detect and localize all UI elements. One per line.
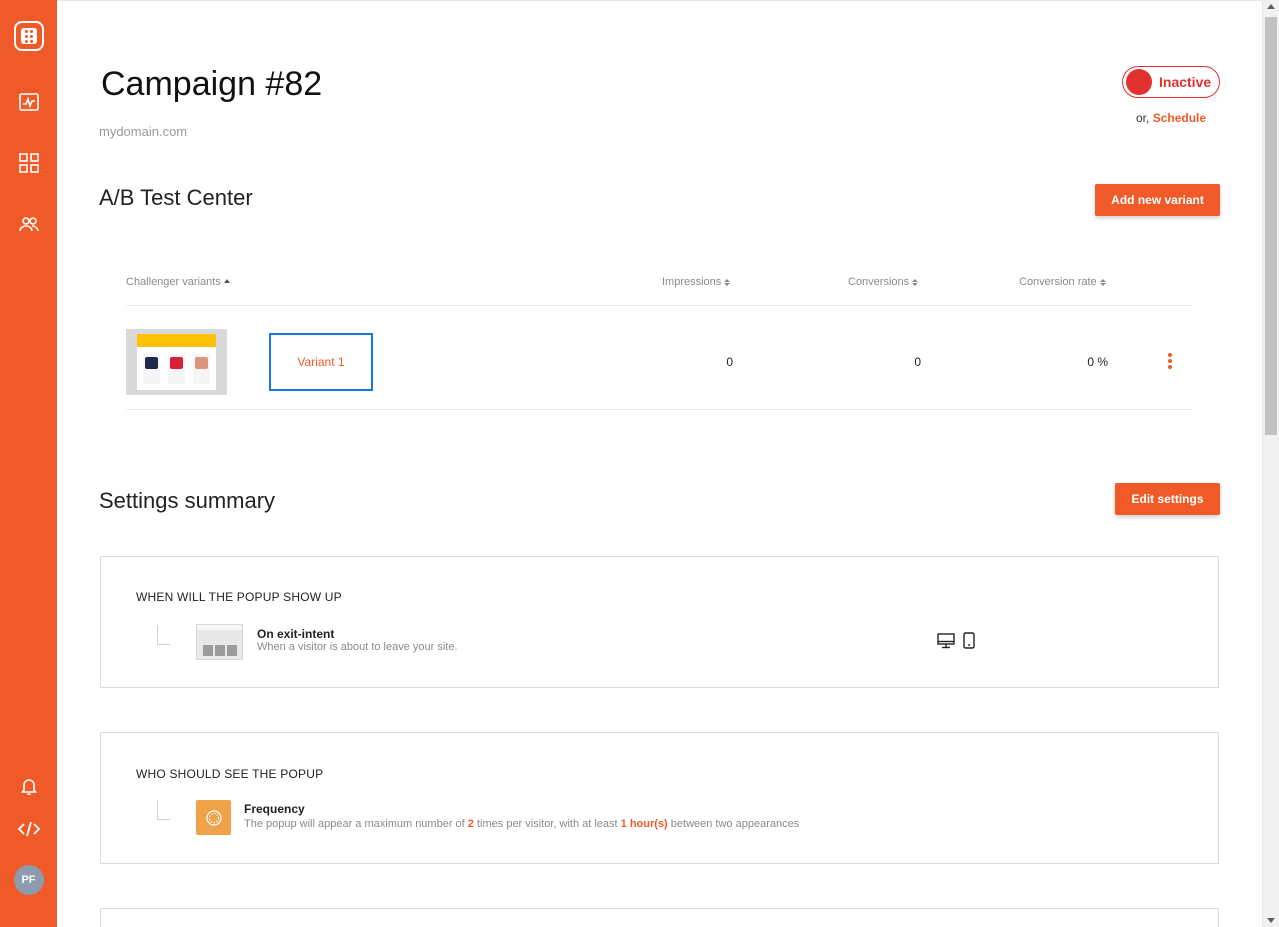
desc-text: between two appearances: [670, 818, 800, 830]
main-content: Campaign #82 mydomain.com Inactive or, S…: [57, 0, 1262, 927]
preview-product: [193, 354, 210, 384]
frequency-title: Frequency: [244, 802, 305, 816]
schedule-prefix: or,: [1136, 111, 1150, 125]
frequency-icon: [196, 800, 231, 835]
status-toggle-knob: [1126, 69, 1152, 95]
analytics-icon[interactable]: [0, 91, 57, 113]
more-options-icon[interactable]: [1168, 353, 1172, 369]
preview-banner: [137, 334, 216, 347]
column-header-label: Conversion rate: [1019, 276, 1097, 288]
dashboard-grid-icon[interactable]: [0, 152, 57, 174]
code-icon[interactable]: [0, 818, 57, 840]
desc-text: times per visitor, with at least: [476, 818, 618, 830]
column-header-challenger-variants[interactable]: Challenger variants: [126, 276, 230, 288]
trigger-description: When a visitor is about to leave your si…: [257, 641, 458, 653]
scrollbar-thumb[interactable]: [1265, 17, 1277, 435]
trigger-title: On exit-intent: [257, 627, 335, 641]
settings-summary-title: Settings summary: [99, 488, 276, 513]
scroll-up-arrow-icon[interactable]: [1267, 4, 1275, 9]
variant-name-link[interactable]: Variant 1: [297, 355, 344, 369]
ab-test-title: A/B Test Center: [99, 185, 253, 210]
settings-card-trigger: WHEN WILL THE POPUP SHOW UP On exit-inte…: [100, 556, 1219, 688]
campaign-domain: mydomain.com: [99, 124, 188, 139]
sort-ascending-icon: [223, 278, 230, 283]
tree-connector: [157, 625, 170, 645]
sidebar: PF: [0, 0, 57, 927]
conversion-rate-value: 0 %: [1087, 355, 1108, 369]
table-divider: [126, 305, 1192, 306]
impressions-value: 0: [726, 355, 733, 369]
status-label: Inactive: [1159, 74, 1212, 90]
sort-icon: [1099, 278, 1106, 286]
column-header-label: Conversions: [848, 276, 910, 288]
edit-settings-button[interactable]: Edit settings: [1115, 483, 1220, 515]
exit-intent-illustration: [196, 624, 243, 660]
add-new-variant-button[interactable]: Add new variant: [1095, 184, 1220, 216]
status-toggle[interactable]: Inactive: [1122, 66, 1220, 98]
tree-connector: [157, 800, 170, 820]
desktop-icon: [937, 632, 955, 654]
column-header-conversions[interactable]: Conversions: [848, 276, 919, 288]
preview-product: [143, 354, 160, 384]
sort-icon: [912, 278, 919, 286]
scroll-down-arrow-icon[interactable]: [1267, 918, 1275, 923]
sort-icon: [724, 278, 731, 286]
frequency-description: The popup will appear a maximum number o…: [244, 818, 799, 830]
table-divider: [126, 409, 1192, 410]
card-heading: WHEN WILL THE POPUP SHOW UP: [136, 590, 342, 604]
preview-product: [168, 354, 185, 384]
column-header-label: Challenger variants: [126, 276, 221, 288]
bell-icon[interactable]: [0, 775, 57, 797]
device-icons: [937, 632, 975, 654]
avatar-initials: PF: [13, 865, 44, 895]
variant-thumbnail[interactable]: [126, 329, 227, 395]
schedule-link[interactable]: Schedule: [1153, 111, 1206, 125]
user-avatar[interactable]: PF: [0, 865, 57, 895]
app-logo[interactable]: [0, 19, 57, 53]
popup-preview: [137, 334, 216, 390]
interval-value: 1 hour(s): [620, 818, 668, 830]
conversions-value: 0: [914, 355, 921, 369]
column-header-label: Impressions: [662, 276, 722, 288]
users-icon[interactable]: [0, 213, 57, 235]
max-times-value: 2: [467, 818, 474, 830]
desc-text: The popup will appear a maximum number o…: [244, 818, 465, 830]
page-title: Campaign #82: [101, 65, 323, 103]
mobile-icon: [963, 632, 975, 654]
schedule-line: or, Schedule: [1136, 111, 1206, 125]
settings-card-partial: [100, 908, 1219, 927]
variant-name-cell[interactable]: Variant 1: [269, 333, 373, 391]
card-heading: WHO SHOULD SEE THE POPUP: [136, 767, 324, 781]
settings-card-audience: WHO SHOULD SEE THE POPUP Frequency The p…: [100, 732, 1219, 864]
vertical-scrollbar[interactable]: [1262, 0, 1279, 927]
column-header-impressions[interactable]: Impressions: [662, 276, 731, 288]
column-header-conversion-rate[interactable]: Conversion rate: [1019, 276, 1106, 288]
